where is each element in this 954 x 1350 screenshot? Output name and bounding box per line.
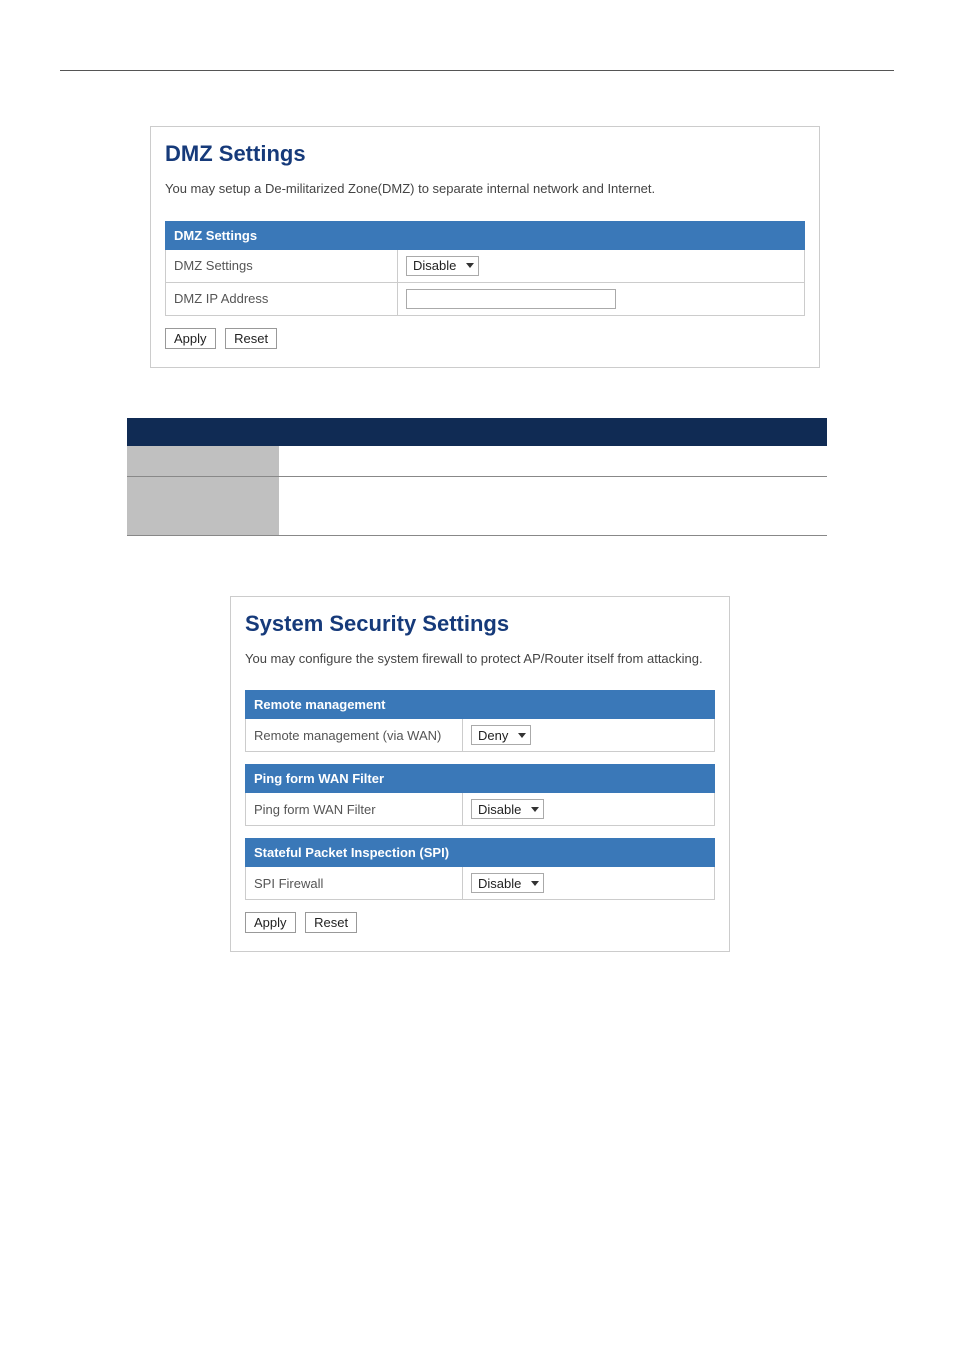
security-settings-panel: System Security Settings You may configu… [230, 596, 730, 953]
dmz-ip-row: DMZ IP Address [166, 282, 805, 315]
chevron-down-icon [531, 881, 539, 886]
remote-row: Remote management (via WAN) Deny [246, 719, 715, 752]
spi-label: SPI Firewall [246, 867, 463, 900]
dmz-settings-panel: DMZ Settings You may setup a De-militari… [150, 126, 820, 368]
dmz-ip-label: DMZ IP Address [166, 282, 398, 315]
doc-info-table [127, 418, 827, 536]
ping-row: Ping form WAN Filter Disable [246, 793, 715, 826]
dmz-ip-value-cell [398, 282, 805, 315]
ping-section-header: Ping form WAN Filter [246, 765, 715, 793]
top-divider [60, 70, 894, 71]
spi-select[interactable]: Disable [471, 873, 544, 893]
ping-select-text: Disable [478, 802, 521, 817]
chevron-down-icon [466, 263, 474, 268]
remote-value-cell: Deny [463, 719, 715, 752]
dmz-settings-select-text: Disable [413, 258, 456, 273]
info-row-2 [127, 476, 827, 535]
chevron-down-icon [518, 733, 526, 738]
security-panel-description: You may configure the system firewall to… [245, 649, 715, 669]
remote-label: Remote management (via WAN) [246, 719, 463, 752]
info-header-right [279, 418, 827, 446]
dmz-settings-label: DMZ Settings [166, 249, 398, 282]
spi-row: SPI Firewall Disable [246, 867, 715, 900]
dmz-form-table: DMZ Settings DMZ Settings Disable DMZ IP… [165, 221, 805, 316]
info-row-1-value [279, 446, 827, 477]
spi-value-cell: Disable [463, 867, 715, 900]
dmz-section-header: DMZ Settings [166, 221, 805, 249]
dmz-button-row: Apply Reset [165, 328, 805, 349]
apply-button[interactable]: Apply [245, 912, 296, 933]
apply-button[interactable]: Apply [165, 328, 216, 349]
dmz-panel-title: DMZ Settings [165, 141, 805, 167]
dmz-panel-description: You may setup a De-militarized Zone(DMZ)… [165, 179, 805, 199]
info-row-1 [127, 446, 827, 477]
ping-label: Ping form WAN Filter [246, 793, 463, 826]
remote-select[interactable]: Deny [471, 725, 531, 745]
ping-select[interactable]: Disable [471, 799, 544, 819]
spi-select-text: Disable [478, 876, 521, 891]
info-row-2-value [279, 476, 827, 535]
spi-table: Stateful Packet Inspection (SPI) SPI Fir… [245, 838, 715, 900]
ping-filter-table: Ping form WAN Filter Ping form WAN Filte… [245, 764, 715, 826]
info-row-2-label [127, 476, 279, 535]
remote-section-header: Remote management [246, 691, 715, 719]
dmz-settings-row: DMZ Settings Disable [166, 249, 805, 282]
dmz-settings-value-cell: Disable [398, 249, 805, 282]
remote-select-text: Deny [478, 728, 508, 743]
security-panel-title: System Security Settings [245, 611, 715, 637]
ping-value-cell: Disable [463, 793, 715, 826]
info-header-left [127, 418, 279, 446]
info-row-1-label [127, 446, 279, 477]
chevron-down-icon [531, 807, 539, 812]
spi-section-header: Stateful Packet Inspection (SPI) [246, 839, 715, 867]
dmz-ip-input[interactable] [406, 289, 616, 309]
reset-button[interactable]: Reset [305, 912, 357, 933]
remote-management-table: Remote management Remote management (via… [245, 690, 715, 752]
dmz-settings-select[interactable]: Disable [406, 256, 479, 276]
security-button-row: Apply Reset [245, 912, 715, 933]
reset-button[interactable]: Reset [225, 328, 277, 349]
